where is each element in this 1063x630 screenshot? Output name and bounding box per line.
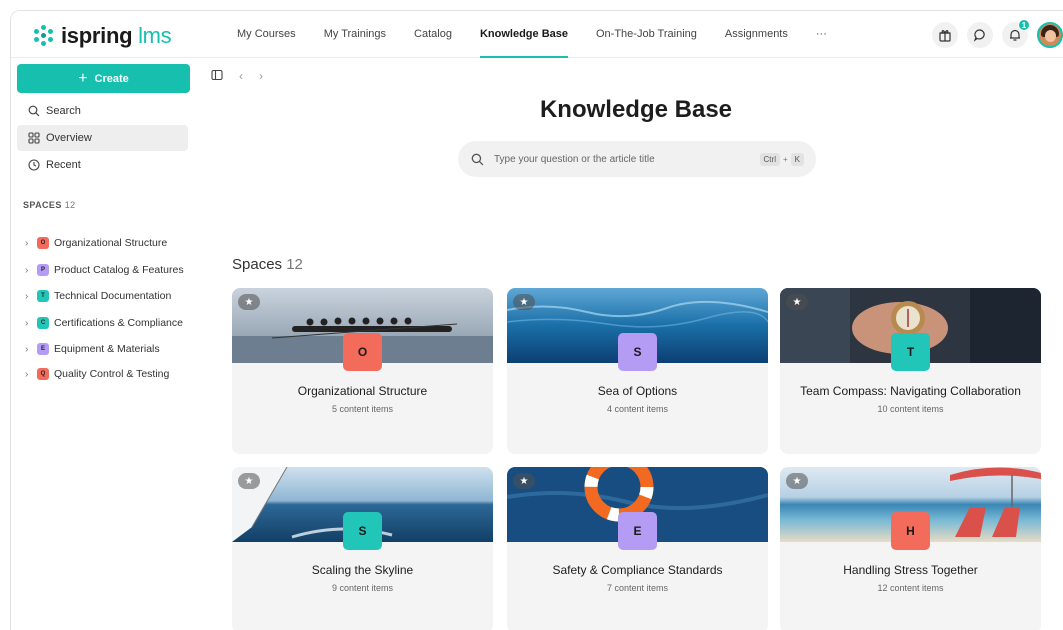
card-item-count: 9 content items bbox=[331, 583, 394, 593]
spaces-heading: SPACES 12 bbox=[23, 200, 76, 210]
space-card[interactable]: ★ S Scaling the Skyline 9 content items bbox=[232, 467, 493, 630]
sidebar-toggle-icon[interactable] bbox=[211, 69, 223, 81]
bell-icon[interactable]: 1 bbox=[1002, 19, 1030, 48]
notification-badge: 1 bbox=[1018, 19, 1030, 31]
space-letter-badge: E bbox=[37, 343, 49, 355]
nav-on-the-job-training[interactable]: On-The-Job Training bbox=[596, 11, 697, 58]
space-letter-badge: S bbox=[343, 512, 382, 550]
star-icon[interactable]: ★ bbox=[786, 294, 808, 310]
sidebar-space-organizational[interactable]: › O Organizational Structure bbox=[25, 233, 195, 253]
star-icon[interactable]: ★ bbox=[786, 473, 808, 489]
sidebar-item-label: Overview bbox=[46, 132, 92, 144]
sidebar-item-search[interactable]: Search bbox=[17, 98, 188, 124]
keyboard-shortcut: Ctrl + K bbox=[759, 152, 804, 166]
chevron-right-icon[interactable]: › bbox=[25, 318, 32, 329]
nav-my-trainings[interactable]: My Trainings bbox=[324, 11, 386, 58]
chevron-right-icon[interactable]: › bbox=[25, 369, 32, 380]
plus-icon: + bbox=[78, 69, 88, 87]
space-label: Quality Control & Testing bbox=[54, 368, 170, 380]
space-letter-badge: S bbox=[618, 333, 657, 371]
gift-icon[interactable] bbox=[932, 22, 958, 48]
chat-icon[interactable] bbox=[967, 22, 993, 48]
card-title: Handling Stress Together bbox=[843, 563, 978, 577]
forward-arrow-icon[interactable]: › bbox=[259, 69, 263, 83]
space-card[interactable]: ★ T Team Compass: Navigating Collaborati… bbox=[780, 288, 1041, 454]
clock-icon bbox=[28, 159, 40, 171]
card-item-count: 5 content items bbox=[331, 404, 394, 414]
space-letter-badge: P bbox=[37, 264, 49, 276]
sidebar-item-recent[interactable]: Recent bbox=[17, 152, 188, 178]
space-label: Organizational Structure bbox=[54, 237, 168, 249]
card-title: Team Compass: Navigating Collaboration bbox=[800, 384, 1021, 398]
sidebar-item-label: Recent bbox=[46, 159, 81, 171]
space-letter-badge: T bbox=[37, 290, 49, 302]
sidebar-space-product-catalog[interactable]: › P Product Catalog & Features bbox=[25, 260, 195, 280]
space-label: Product Catalog & Features bbox=[54, 264, 184, 276]
space-letter-badge: Q bbox=[37, 368, 49, 380]
content-toolbar: ‹ › bbox=[211, 69, 263, 83]
chevron-right-icon[interactable]: › bbox=[25, 291, 32, 302]
card-title: Safety & Compliance Standards bbox=[552, 563, 723, 577]
space-label: Certifications & Compliance bbox=[54, 317, 183, 329]
card-item-count: 4 content items bbox=[606, 404, 669, 414]
sidebar-space-quality-control[interactable]: › Q Quality Control & Testing bbox=[25, 364, 195, 384]
avatar[interactable] bbox=[1037, 22, 1063, 48]
sidebar-item-label: Search bbox=[46, 105, 81, 117]
space-label: Equipment & Materials bbox=[54, 343, 160, 355]
grid-icon bbox=[28, 132, 40, 144]
space-letter-badge: E bbox=[618, 512, 657, 550]
sidebar-space-technical-docs[interactable]: › T Technical Documentation bbox=[25, 286, 195, 306]
space-letter-badge: O bbox=[37, 237, 49, 249]
space-letter-badge: T bbox=[891, 333, 930, 371]
nav-knowledge-base[interactable]: Knowledge Base bbox=[479, 11, 569, 58]
space-letter-badge: O bbox=[343, 333, 382, 371]
back-arrow-icon[interactable]: ‹ bbox=[239, 69, 243, 83]
space-card[interactable]: ★ H Handling Stress Together 12 content … bbox=[780, 467, 1041, 630]
create-label: Create bbox=[94, 72, 129, 85]
card-item-count: 12 content items bbox=[877, 583, 944, 593]
nav-more-button[interactable]: ··· bbox=[816, 11, 827, 58]
nav-my-courses[interactable]: My Courses bbox=[237, 11, 296, 58]
space-letter-badge: H bbox=[891, 512, 930, 550]
star-icon[interactable]: ★ bbox=[238, 294, 260, 310]
header-actions: 1 bbox=[932, 19, 1063, 48]
nav-assignments[interactable]: Assignments bbox=[725, 11, 788, 58]
space-card[interactable]: ★ S Sea of Options 4 content items bbox=[507, 288, 768, 454]
star-icon[interactable]: ★ bbox=[513, 473, 535, 489]
star-icon[interactable]: ★ bbox=[238, 473, 260, 489]
space-label: Technical Documentation bbox=[54, 290, 172, 302]
logo-text: ispring lms bbox=[61, 23, 172, 48]
page-title: Knowledge Base bbox=[539, 96, 733, 123]
space-card[interactable]: ★ O Organizational Structure 5 content i… bbox=[232, 288, 493, 454]
chevron-right-icon[interactable]: › bbox=[25, 265, 32, 276]
logo-icon bbox=[33, 25, 55, 47]
chevron-right-icon[interactable]: › bbox=[25, 344, 32, 355]
chevron-right-icon[interactable]: › bbox=[25, 238, 32, 249]
space-letter-badge: C bbox=[37, 317, 49, 329]
card-title: Scaling the Skyline bbox=[311, 563, 414, 577]
search-icon bbox=[471, 153, 484, 165]
main-nav: My Courses My Trainings Catalog Knowledg… bbox=[237, 11, 855, 58]
sidebar-item-overview[interactable]: Overview bbox=[17, 125, 188, 151]
spaces-section-title: Spaces 12 bbox=[232, 256, 303, 273]
top-navigation: ispring lms My Courses My Trainings Cata… bbox=[11, 11, 1063, 58]
star-icon[interactable]: ★ bbox=[513, 294, 535, 310]
nav-catalog[interactable]: Catalog bbox=[414, 11, 452, 58]
space-card[interactable]: ★ E Safety & Compliance Standards 7 cont… bbox=[507, 467, 768, 630]
create-button[interactable]: + Create bbox=[17, 64, 190, 93]
sidebar-space-equipment[interactable]: › E Equipment & Materials bbox=[25, 339, 195, 359]
search-icon bbox=[28, 105, 40, 117]
logo[interactable]: ispring lms bbox=[33, 23, 172, 49]
sidebar-space-certifications[interactable]: › C Certifications & Compliance bbox=[25, 313, 195, 333]
card-item-count: 7 content items bbox=[606, 583, 669, 593]
card-title: Organizational Structure bbox=[297, 384, 428, 398]
app-window: ispring lms My Courses My Trainings Cata… bbox=[10, 10, 1063, 630]
card-title: Sea of Options bbox=[597, 384, 678, 398]
card-item-count: 10 content items bbox=[877, 404, 944, 414]
sidebar: + Create Search Overview Recent SPACES 12… bbox=[11, 58, 201, 630]
search-placeholder: Type your question or the article title bbox=[494, 153, 655, 165]
search-input[interactable]: Type your question or the article title … bbox=[458, 141, 816, 177]
